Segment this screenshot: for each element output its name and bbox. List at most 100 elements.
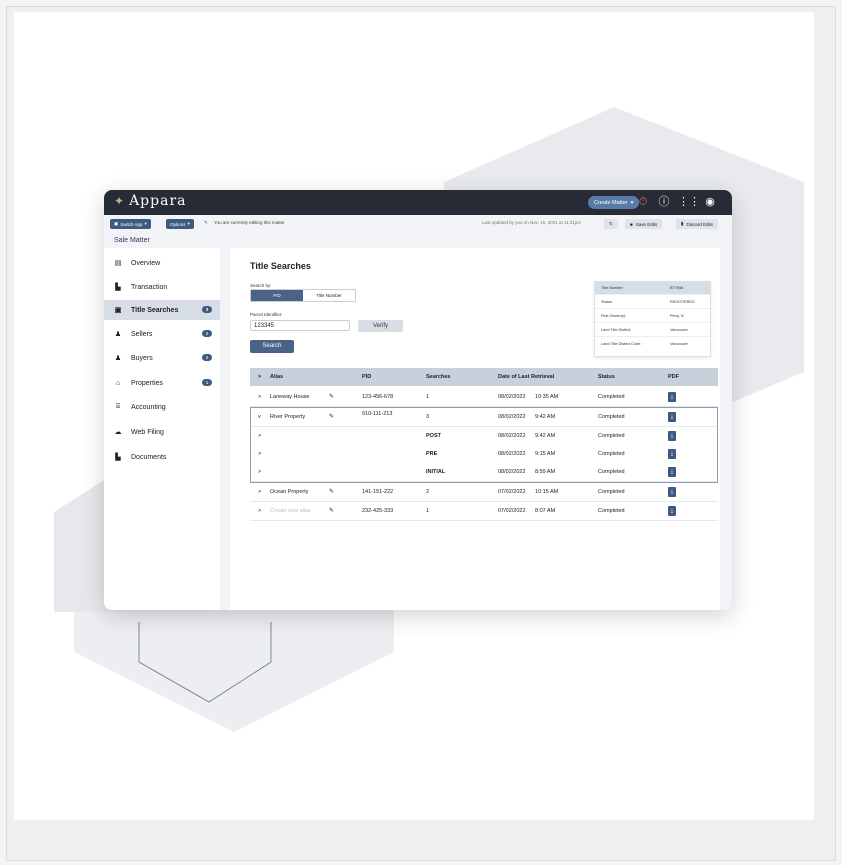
home-icon: ⌂ [115, 379, 121, 387]
time-cell: 10:15 AM [535, 489, 559, 495]
pdf-icon[interactable]: ⤓ [668, 392, 676, 402]
sidebar-item-label: Title Searches [131, 306, 179, 314]
pdf-icon[interactable]: ⤓ [668, 412, 676, 422]
sellers-icon: ♟ [114, 331, 122, 338]
verify-button[interactable]: Verify [358, 320, 403, 332]
options-button[interactable]: Options ▾ [166, 219, 194, 229]
count-badge: 2 [202, 330, 212, 337]
create-matter-button[interactable]: Create Matter ▾ [588, 196, 640, 209]
info-value: Vancouver [670, 328, 688, 332]
table-row[interactable]: v River Property ✎ 910-111-213 3 08/02/2… [250, 408, 718, 427]
pid-input[interactable]: 123345 [250, 320, 350, 331]
sidebar-item-properties[interactable]: ⌂ Properties 1 [104, 373, 220, 393]
save-edits-button[interactable]: ■ Save Edits [625, 219, 663, 229]
expand-chevron-icon[interactable]: > [258, 469, 261, 475]
table-row[interactable]: > Ocean Property ✎ 141-151-222 2 07/02/2… [250, 483, 718, 502]
pencil-icon[interactable]: ✎ [329, 393, 334, 400]
searches-cell: INITIAL [426, 469, 446, 475]
matter-toolbar: ▣ Switch App ▾ Options ▾ ✎ You are curre… [104, 215, 732, 233]
date-cell: 08/02/2022 [498, 394, 526, 400]
count-badge: 2 [202, 354, 212, 361]
account-icon[interactable]: ◉ [702, 194, 718, 210]
header-searches[interactable]: Searches [426, 374, 450, 380]
sidebar-item-buyers[interactable]: ♟ Buyers 2 [104, 348, 220, 368]
app-window: ✦ Appara Create Matter ▾ ⏱ ⓘ ⋮⋮ ◉ ▣ Swit… [104, 190, 732, 610]
alias-cell: Laneway House [270, 394, 310, 400]
alias-input[interactable]: Create new alias [270, 508, 311, 514]
pencil-icon[interactable]: ✎ [329, 488, 334, 495]
discard-edits-button[interactable]: ▮ Discard Edits [676, 219, 718, 229]
apps-grid-icon[interactable]: ⋮⋮ [678, 194, 700, 210]
matter-type-title: Sale Matter [114, 237, 150, 244]
sidebar-item-label: Documents [131, 453, 167, 461]
sidebar-item-transaction[interactable]: ▙ Transaction [104, 277, 220, 297]
time-cell: 8:59 AM [535, 469, 556, 475]
info-row: Land Title District Code: Vancouver [595, 338, 710, 350]
header-date[interactable]: Date of Last Retrieval [498, 374, 554, 380]
count-badge: 3 [202, 306, 212, 313]
toggle-title-number[interactable]: Title Number [303, 290, 355, 301]
expand-chevron-icon[interactable]: > [258, 451, 261, 457]
table-header: > Alias PID Searches Date of Last Retrie… [250, 368, 718, 386]
searches-cell: 3 [426, 414, 430, 420]
header-status[interactable]: Status [598, 374, 615, 380]
appara-logo[interactable]: ✦ Appara [114, 193, 186, 209]
info-key: Land Title District: [601, 328, 632, 332]
sidebar-item-web-filing[interactable]: ☁ Web Filing [104, 422, 220, 442]
date-cell: 08/02/2022 [498, 414, 526, 420]
title-search-table: > Alias PID Searches Date of Last Retrie… [250, 368, 718, 525]
top-navigation-bar: ✦ Appara Create Matter ▾ ⏱ ⓘ ⋮⋮ ◉ [104, 190, 732, 215]
pencil-icon[interactable]: ✎ [329, 507, 334, 514]
sidebar-item-label: Transaction [131, 283, 168, 291]
table-subrow[interactable]: > PRE 08/02/2022 9:15 AM Completed ⤓ [250, 445, 718, 464]
sidebar-item-overview[interactable]: ▤ Overview [104, 253, 220, 273]
date-cell: 07/02/2022 [498, 489, 526, 495]
title-search-icon: ▣ [114, 307, 122, 314]
refresh-button[interactable]: ↻ [604, 219, 618, 229]
searches-cell: 2 [426, 489, 430, 495]
table-row[interactable]: > Create new alias ✎ 232-425-333 1 07/02… [250, 502, 718, 521]
timer-off-icon[interactable]: ⏱ [635, 194, 651, 210]
toggle-pid[interactable]: PID [251, 290, 303, 301]
info-value: Perry, N [670, 314, 684, 318]
search-button[interactable]: Search [250, 340, 294, 353]
expand-chevron-icon[interactable]: > [258, 508, 261, 514]
sidebar-item-label: Web Filing [131, 428, 164, 436]
sidebar-item-title-searches[interactable]: ▣ Title Searches 3 [104, 300, 220, 320]
table-subrow[interactable]: > POST 08/02/2022 9:42 AM Completed ⤓ [250, 427, 718, 446]
presentation-canvas: ✦ Appara Create Matter ▾ ⏱ ⓘ ⋮⋮ ◉ ▣ Swit… [14, 12, 814, 820]
time-cell: 9:42 AM [535, 433, 556, 439]
info-key: First Owner(s): [601, 314, 627, 318]
expand-chevron-icon[interactable]: > [258, 433, 261, 439]
switch-app-button[interactable]: ▣ Switch App ▾ [110, 219, 151, 229]
expand-all-chevron-icon[interactable]: > [258, 374, 261, 380]
pdf-icon[interactable]: ⤓ [668, 506, 676, 516]
table-row[interactable]: > Laneway House ✎ 123-456-678 1 08/02/20… [250, 388, 718, 407]
sidebar-item-documents[interactable]: ▙ Documents [104, 447, 220, 467]
header-pid[interactable]: PID [362, 374, 371, 380]
help-icon[interactable]: ⓘ [656, 194, 672, 210]
pid-cell: 910-111-213 [362, 411, 393, 417]
sidebar-item-sellers[interactable]: ♟ Sellers 2 [104, 324, 220, 344]
search-by-label: Search by: [250, 283, 272, 288]
pid-cell: 232-425-333 [362, 508, 394, 514]
expand-chevron-icon[interactable]: > [258, 394, 261, 400]
trash-icon: ▮ [681, 221, 684, 226]
pdf-icon[interactable]: ⤓ [668, 467, 676, 477]
pencil-icon[interactable]: ✎ [329, 413, 334, 420]
pdf-icon[interactable]: ⤓ [668, 431, 676, 441]
briefcase-icon: ▣ [114, 221, 119, 226]
alias-cell: River Property [270, 414, 306, 420]
status-cell: Completed [598, 508, 625, 514]
collapse-chevron-icon[interactable]: v [258, 414, 261, 420]
pid-cell: 123-456-678 [362, 394, 394, 400]
info-row: Title Number: BT7898 [595, 282, 710, 295]
expand-chevron-icon[interactable]: > [258, 489, 261, 495]
sidebar-item-accounting[interactable]: ⌸ Accounting [104, 397, 220, 417]
info-key: Land Title District Code: [601, 342, 642, 346]
pdf-icon[interactable]: ⤓ [668, 449, 676, 459]
header-alias[interactable]: Alias [270, 374, 283, 380]
table-subrow[interactable]: > INITIAL 08/02/2022 8:59 AM Completed ⤓ [250, 463, 718, 482]
info-key: Status: [601, 300, 613, 304]
pdf-icon[interactable]: ⤓ [668, 487, 676, 497]
